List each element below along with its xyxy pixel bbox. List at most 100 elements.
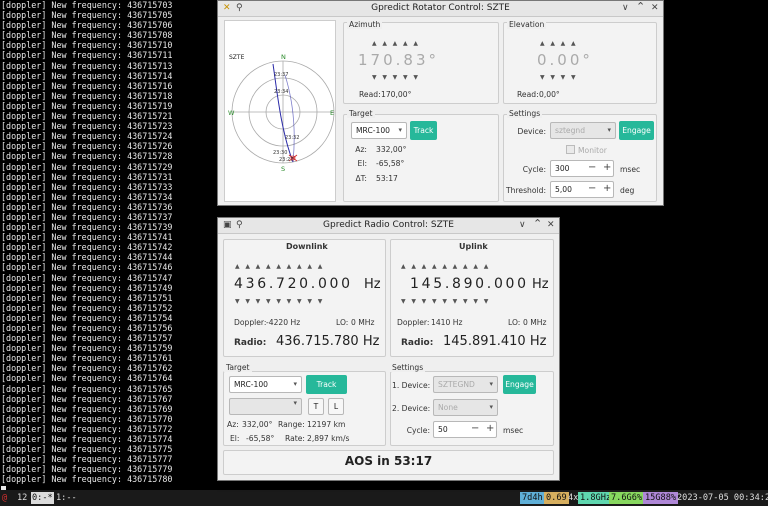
radio-window: ▣ ⚲ Gpredict Radio Control: SZTE ∨ ⌃ ✕ D… [217,217,560,481]
radio-satellite-select[interactable]: MRC-100 ▾ [229,376,302,393]
azimuth-down-arrows[interactable]: ▼ ▼ ▼ ▼ ▼ [372,74,418,81]
terminal-line-prefix: [doppler] New frequency: [1,272,128,283]
target-az-value: 332,00° [376,145,407,154]
plus-icon[interactable]: + [486,421,494,436]
terminal-line-prefix: [doppler] New frequency: [1,343,128,354]
terminal-line-frequency: 436715765 [127,383,173,394]
terminal-line-frequency: 436715729 [127,161,173,172]
radio-cycle-spinbox[interactable]: 50 − + [433,421,497,438]
terminal-line: [doppler] New frequency: 436715729 [1,162,172,172]
target-el-value: -65,58° [376,159,405,168]
plus-icon[interactable]: + [603,181,611,196]
range-label: Range: [278,420,305,429]
terminal-line-prefix: [doppler] New frequency: [1,201,128,212]
terminal-line: [doppler] New frequency: 436715724 [1,131,172,141]
terminal-line-prefix: [doppler] New frequency: [1,131,128,142]
t-button[interactable]: T [308,398,324,415]
terminal-line-prefix: [doppler] New frequency: [1,60,128,71]
transponder-select[interactable]: ▾ [229,398,302,415]
minimize-chevron-icon[interactable]: ∨ [519,220,526,231]
terminal-line-prefix: [doppler] New frequency: [1,111,128,122]
radio-device1-select[interactable]: SZTEGND ▾ [433,376,498,393]
cycle-unit: msec [620,165,641,174]
cpu-count: 4x [568,493,579,503]
device-label: Device: [517,127,546,136]
terminal-line-prefix: [doppler] New frequency: [1,363,128,374]
terminal-line-prefix: [doppler] New frequency: [1,151,128,162]
terminal-line: [doppler] New frequency: 436715744 [1,252,172,262]
terminal-line-prefix: [doppler] New frequency: [1,0,128,10]
uplink-down-arrows[interactable]: ▼ ▼ ▼ ▼ ▼ ▼ ▼ ▼ ▼ [401,298,488,305]
polar-plot: SZTE N S E W 23:37 23:34 23:32 23:30 23:… [224,20,336,202]
terminal-line: [doppler] New frequency: 436715751 [1,293,172,303]
terminal-line-prefix: [doppler] New frequency: [1,252,128,263]
terminal-line-prefix: [doppler] New frequency: [1,70,128,81]
maximize-icon[interactable]: ⌃ [636,1,645,12]
terminal-line-frequency: 436715718 [127,90,173,101]
terminal-line-prefix: [doppler] New frequency: [1,353,128,364]
terminal-line-frequency: 436715754 [127,312,173,323]
elevation-up-arrows[interactable]: ▲ ▲ ▲ ▲ [540,40,576,47]
datetime: 2023-07-05 00:34:25 [677,493,768,503]
disk-badge: 15G88% [643,492,679,504]
west-label: W [228,109,235,117]
terminal-line-frequency: 436715759 [127,343,173,354]
terminal-line-prefix: [doppler] New frequency: [1,10,128,21]
threshold-value: 5,00 [555,185,572,194]
caret-down-icon: ▾ [489,403,493,411]
engage-button[interactable]: Engage [619,121,654,140]
tmux-window[interactable]: 1:-- [56,492,77,504]
downlink-label: Downlink [286,242,328,251]
target-el-label: El: [357,159,367,168]
terminal-line: [doppler] New frequency: 436715754 [1,313,172,323]
terminal-line-prefix: [doppler] New frequency: [1,121,128,132]
close-icon[interactable]: ✕ [547,220,555,231]
threshold-spinbox[interactable]: 5,00 − + [550,181,614,198]
time-label: 23:37 [274,72,288,78]
downlink-down-arrows[interactable]: ▼ ▼ ▼ ▼ ▼ ▼ ▼ ▼ ▼ [235,298,322,305]
uplink-label: Uplink [459,242,488,251]
maximize-icon[interactable]: ⌃ [533,218,542,229]
terminal-line-frequency: 436715774 [127,434,173,445]
downlink-doppler-label: Doppler: [234,318,267,327]
terminal-line: [doppler] New frequency: 436715769 [1,404,172,414]
radio-engage-button[interactable]: Engage [503,375,536,394]
caret-down-icon: ▾ [489,380,493,388]
close-icon[interactable]: ✕ [651,3,659,14]
radio-device2-select[interactable]: None ▾ [433,399,498,416]
tmux-window-active[interactable]: 0:-* [31,492,54,504]
polar-plot-svg: SZTE N S E W 23:37 23:34 23:32 23:30 23:… [228,53,335,173]
rotator-titlebar[interactable]: ✕ ⚲ Gpredict Rotator Control: SZTE ∨ ⌃ ✕ [218,1,663,17]
terminal-line: [doppler] New frequency: 436715759 [1,343,172,353]
downlink-unit: Hz [364,277,381,292]
terminal-line-prefix: [doppler] New frequency: [1,161,128,172]
cycle-spinbox[interactable]: 300 − + [550,160,614,177]
status-marker: @ [2,493,8,503]
terminal-line-frequency: 436715719 [127,100,173,111]
monitor-checkbox[interactable] [566,145,575,154]
minimize-chevron-icon[interactable]: ∨ [622,3,629,14]
terminal-line-frequency: 436715769 [127,403,173,414]
uplink-up-arrows[interactable]: ▲ ▲ ▲ ▲ ▲ ▲ ▲ ▲ ▲ [401,263,488,270]
satellite-select[interactable]: MRC-100 ▾ [351,122,407,139]
plus-icon[interactable]: + [603,160,611,175]
l-button[interactable]: L [328,398,344,415]
radio-titlebar[interactable]: ▣ ⚲ Gpredict Radio Control: SZTE ∨ ⌃ ✕ [218,218,559,234]
terminal-line-prefix: [doppler] New frequency: [1,80,128,91]
downlink-lo-label: LO: [336,318,349,327]
rotator-device-select[interactable]: sztegnd ▾ [550,122,616,139]
terminal-line-frequency: 436715779 [127,464,173,475]
minus-icon[interactable]: − [588,181,596,196]
terminal-line-frequency: 436715726 [127,141,173,152]
azimuth-up-arrows[interactable]: ▲ ▲ ▲ ▲ ▲ [372,40,418,47]
minus-icon[interactable]: − [588,160,596,175]
downlink-up-arrows[interactable]: ▲ ▲ ▲ ▲ ▲ ▲ ▲ ▲ ▲ [235,263,322,270]
time-label: 23:30 [273,150,287,156]
terminal-line-prefix: [doppler] New frequency: [1,302,128,313]
radio-az-value: 332,00° [242,420,273,429]
terminal-line: [doppler] New frequency: 436715761 [1,353,172,363]
elevation-down-arrows[interactable]: ▼ ▼ ▼ ▼ [540,74,576,81]
minus-icon[interactable]: − [471,421,479,436]
track-button[interactable]: Track [410,121,437,140]
radio-track-button[interactable]: Track [306,375,347,394]
